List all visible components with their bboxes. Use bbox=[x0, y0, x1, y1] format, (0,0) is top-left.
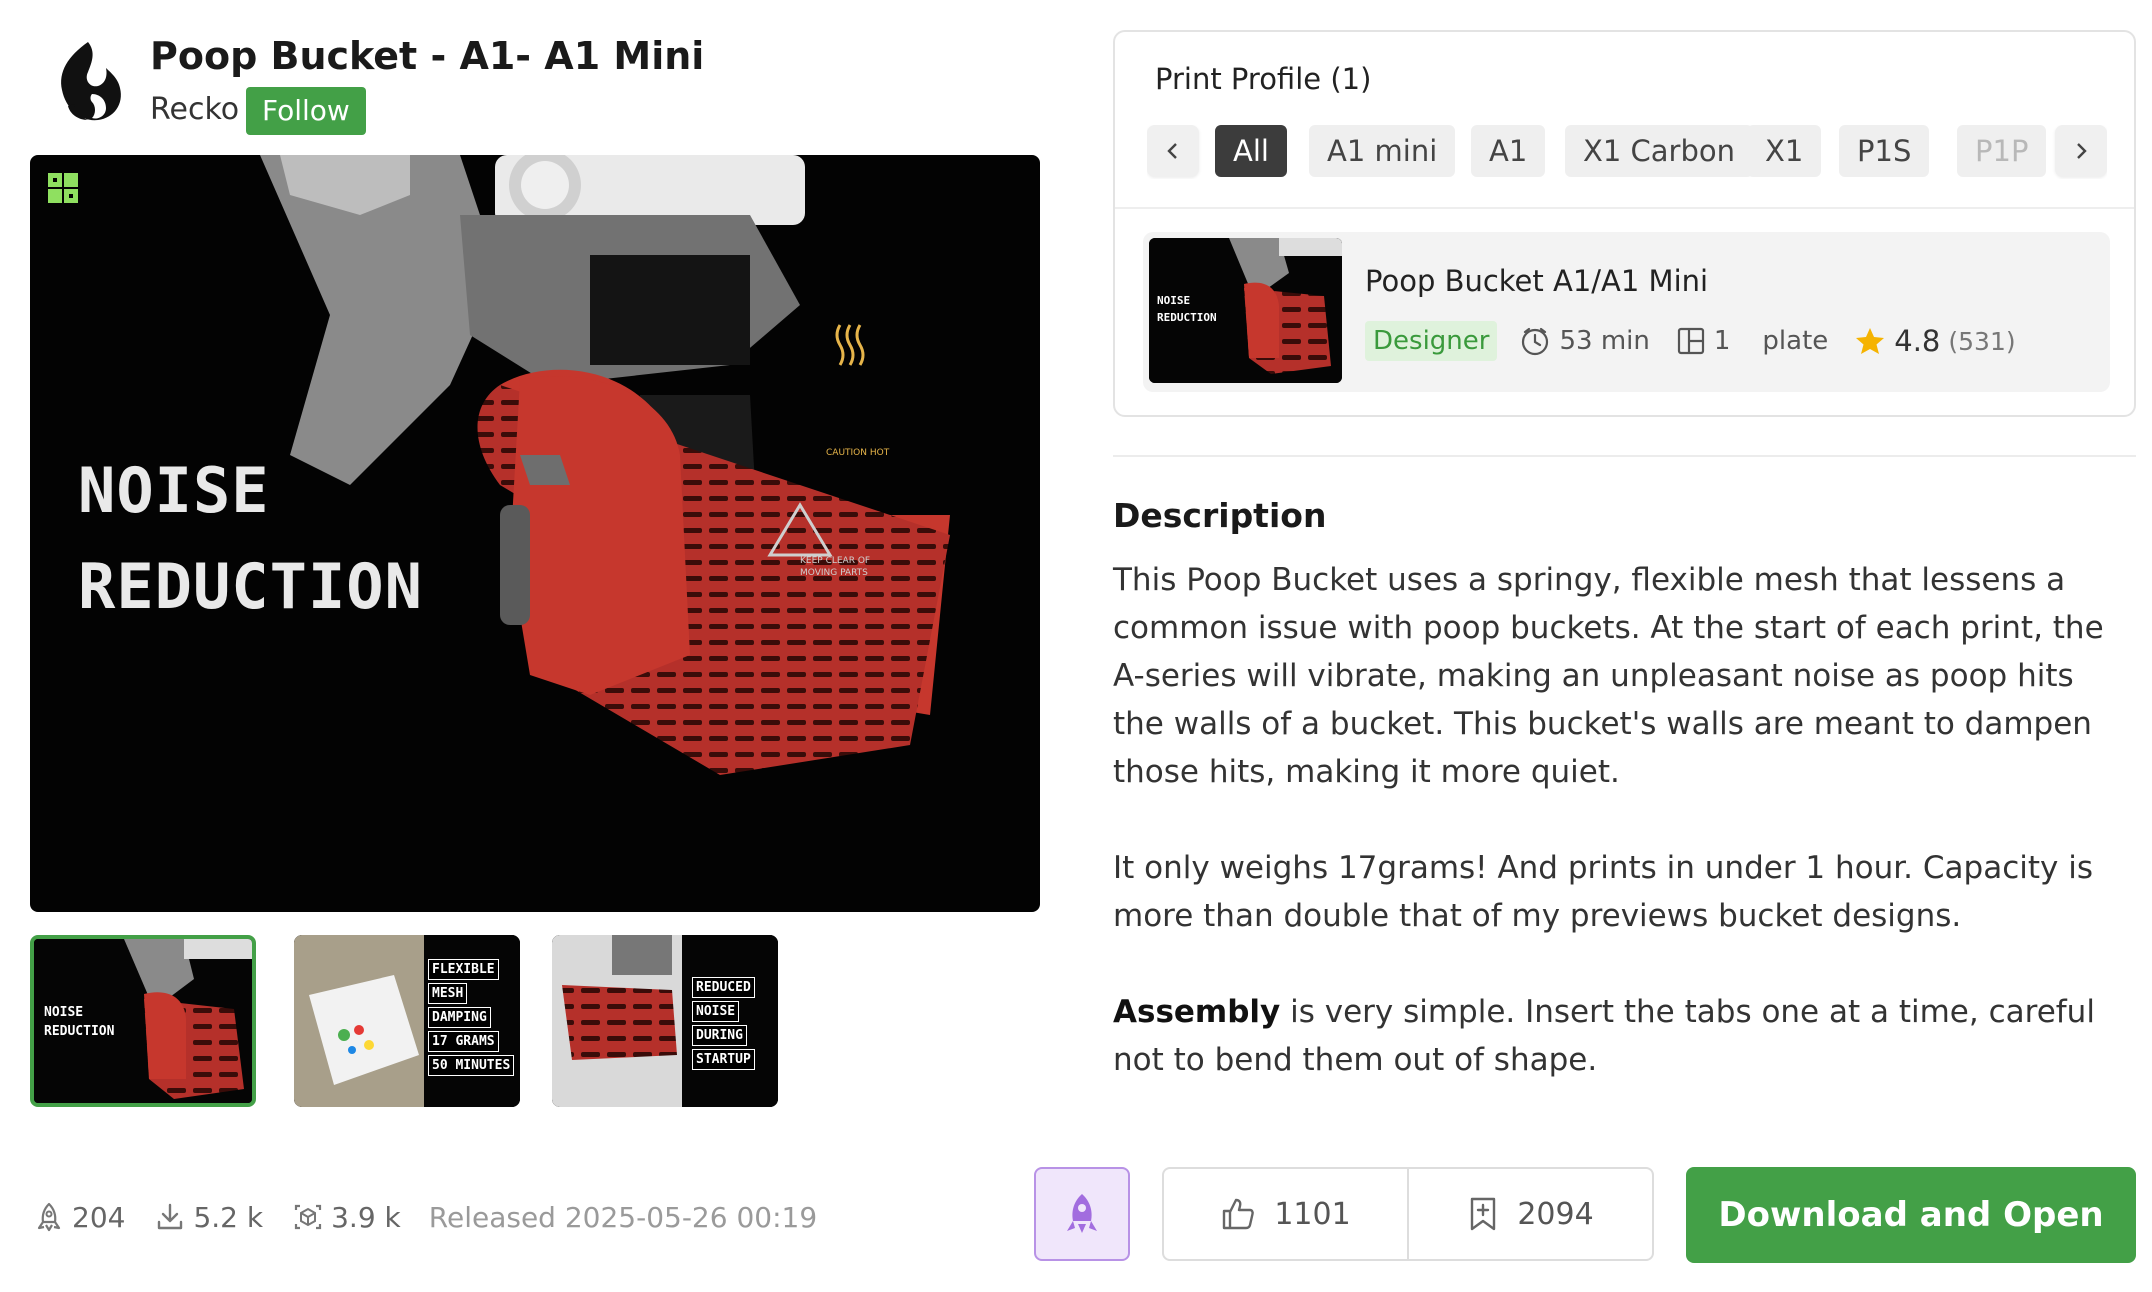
brand-cube-icon bbox=[48, 173, 78, 203]
boost-count: 204 bbox=[32, 1200, 125, 1234]
print-time: 53 min bbox=[1519, 325, 1650, 357]
filter-a1[interactable]: A1 bbox=[1471, 125, 1546, 177]
thumbnail-1[interactable]: NOISE REDUCTION bbox=[30, 935, 256, 1107]
filter-x1[interactable]: X1 bbox=[1747, 125, 1822, 177]
profile-name: Poop Bucket A1/A1 Mini bbox=[1365, 264, 1709, 298]
download-count: 5.2 k bbox=[153, 1200, 263, 1234]
printer-label-text: MOVING PARTS bbox=[800, 568, 868, 578]
plate-count: 1 plate bbox=[1676, 326, 1828, 356]
thumbnail-strip: NOISE REDUCTION FLEXIBLE MESH DAMPING 17… bbox=[30, 935, 790, 1115]
filter-a1-mini[interactable]: A1 mini bbox=[1309, 125, 1456, 177]
profile-rating: 4.8 (531) bbox=[1854, 324, 2016, 358]
author-avatar[interactable] bbox=[48, 38, 132, 128]
model-header: Poop Bucket - A1- A1 Mini Recko Follow bbox=[30, 30, 1030, 140]
thumbnail-2[interactable]: FLEXIBLE MESH DAMPING 17 GRAMS 50 MINUTE… bbox=[294, 935, 520, 1107]
description-paragraph: This Poop Bucket uses a springy, flexibl… bbox=[1113, 562, 2104, 790]
designer-badge: Designer bbox=[1365, 321, 1498, 361]
description-body: This Poop Bucket uses a springy, flexibl… bbox=[1113, 556, 2133, 1132]
download-icon bbox=[158, 1203, 183, 1230]
star-icon bbox=[1856, 328, 1885, 354]
print-profile-card: Print Profile (1) All A1 mini A1 X1 Carb… bbox=[1113, 30, 2136, 417]
filter-p1p[interactable]: P1P bbox=[1957, 125, 2047, 177]
thumbs-up-icon bbox=[1223, 1198, 1255, 1230]
thumbnail-caption: FLEXIBLE MESH DAMPING 17 GRAMS 50 MINUTE… bbox=[428, 959, 515, 1079]
author-name[interactable]: Recko bbox=[150, 92, 239, 127]
plate-icon bbox=[1677, 327, 1704, 355]
main-image-caption: NOISE REDUCTION bbox=[78, 454, 423, 623]
profile-meta: Designer 53 min 1 plate 4.8 (531) bbox=[1365, 320, 2042, 362]
description-heading: Description bbox=[1113, 496, 1327, 535]
printer-label-text: CAUTION HOT bbox=[826, 448, 890, 458]
main-preview-image[interactable]: CAUTION HOT KEEP CLEAR OF MOVING PARTS NOI… bbox=[30, 155, 1040, 912]
release-date: Released 2025-05-26 00:19 bbox=[428, 1200, 818, 1234]
like-button[interactable]: 1101 bbox=[1164, 1169, 1407, 1259]
filter-all[interactable]: All bbox=[1215, 125, 1287, 177]
profile-thumbnail: NOISE REDUCTION bbox=[1149, 238, 1342, 383]
description-paragraph: It only weighs 17grams! And prints in un… bbox=[1113, 850, 2093, 934]
clock-icon bbox=[1522, 327, 1549, 356]
model-detail-page: Poop Bucket - A1- A1 Mini Recko Follow C… bbox=[0, 0, 2152, 1292]
description-paragraph: Assembly is very simple. Insert the tabs… bbox=[1113, 994, 2095, 1078]
thumbnail-caption: NOISE REDUCTION bbox=[44, 1005, 115, 1039]
filter-x1-carbon[interactable]: X1 Carbon bbox=[1565, 125, 1754, 177]
divider bbox=[1113, 455, 2136, 457]
like-collect-group: 1101 2094 bbox=[1162, 1167, 1654, 1261]
flame-logo-icon bbox=[61, 42, 121, 121]
collect-button[interactable]: 2094 bbox=[1407, 1169, 1652, 1259]
thumbnail-3[interactable]: REDUCED NOISE DURING STARTUP bbox=[552, 935, 778, 1107]
filter-p1s[interactable]: P1S bbox=[1839, 125, 1930, 177]
printer-filter-tabs: All A1 mini A1 X1 Carbon X1 P1S P1P bbox=[1147, 125, 2107, 179]
filter-next-button[interactable] bbox=[2055, 125, 2107, 177]
model-stats: 204 5.2 k 3.9 k Released 2025-05-26 00:1… bbox=[32, 1195, 817, 1239]
follow-button[interactable]: Follow bbox=[246, 87, 366, 135]
divider bbox=[1115, 207, 2134, 209]
model-title: Poop Bucket - A1- A1 Mini bbox=[150, 34, 705, 78]
download-and-open-button[interactable]: Download and Open bbox=[1686, 1167, 2136, 1263]
print-profile-item[interactable]: NOISE REDUCTION Poop Bucket A1/A1 Mini D… bbox=[1143, 232, 2110, 392]
rocket-icon bbox=[1067, 1194, 1097, 1233]
printer-label-text: KEEP CLEAR OF bbox=[800, 556, 870, 566]
chevron-left-icon bbox=[1167, 143, 1177, 159]
bookmark-plus-icon bbox=[1471, 1197, 1496, 1231]
print-count: 3.9 k bbox=[291, 1200, 401, 1234]
print-profile-title: Print Profile (1) bbox=[1155, 62, 1372, 96]
boost-button[interactable] bbox=[1034, 1167, 1130, 1261]
filter-prev-button[interactable] bbox=[1147, 125, 1199, 177]
chevron-right-icon bbox=[2077, 143, 2087, 159]
print-cube-icon bbox=[295, 1204, 322, 1230]
thumbnail-caption: REDUCED NOISE DURING STARTUP bbox=[692, 977, 755, 1073]
rocket-outline-icon bbox=[37, 1202, 61, 1232]
